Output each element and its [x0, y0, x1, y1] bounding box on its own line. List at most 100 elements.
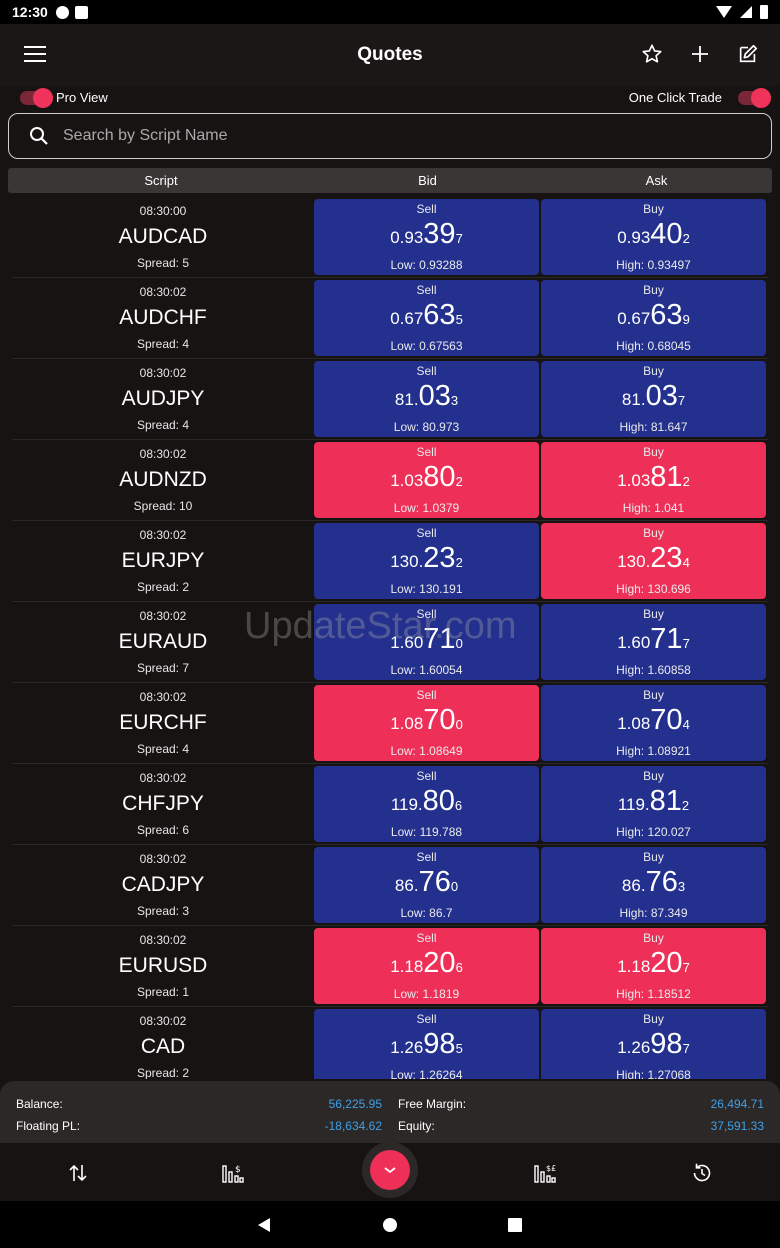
ask-price: 1.18207 [617, 947, 690, 979]
equity-value: 37,591.33 [710, 1119, 764, 1133]
recents-icon[interactable] [507, 1217, 523, 1233]
app-bar-actions [640, 42, 760, 66]
buy-button[interactable]: Buy 86.763 High: 87.349 [541, 847, 766, 923]
status-right [716, 5, 768, 19]
ask-price: 0.67639 [617, 299, 690, 331]
sell-button[interactable]: Sell 1.03802 Low: 1.0379 [314, 442, 539, 518]
sd-card-icon [74, 5, 88, 19]
quote-row[interactable]: 08:30:02 EURAUD Spread: 7 Sell 1.60710 L… [12, 602, 768, 683]
sell-button[interactable]: Sell 0.67635 Low: 0.67563 [314, 280, 539, 356]
high-value: High: 1.08921 [616, 744, 691, 758]
one-click-trade-switch[interactable] [738, 87, 771, 108]
buy-button[interactable]: Buy 1.08704 High: 1.08921 [541, 685, 766, 761]
home-icon[interactable] [382, 1217, 398, 1233]
sell-label: Sell [416, 607, 437, 621]
buy-label: Buy [643, 202, 664, 216]
script-cell[interactable]: 08:30:00 AUDCAD Spread: 5 [12, 197, 314, 277]
buy-button[interactable]: Buy 81.037 High: 81.647 [541, 361, 766, 437]
quote-time: 08:30:02 [139, 933, 187, 947]
sell-label: Sell [416, 283, 437, 297]
edit-icon[interactable] [736, 42, 760, 66]
quote-row[interactable]: 08:30:02 AUDNZD Spread: 10 Sell 1.03802 … [12, 440, 768, 521]
sell-button[interactable]: Sell 1.26985 Low: 1.26264 [314, 1009, 539, 1079]
script-symbol: CADJPY [121, 873, 205, 896]
buy-button[interactable]: Buy 1.03812 High: 1.041 [541, 442, 766, 518]
buy-button[interactable]: Buy 1.26987 High: 1.27068 [541, 1009, 766, 1079]
low-value: Low: 1.60054 [390, 663, 463, 677]
buy-button[interactable]: Buy 1.18207 High: 1.18512 [541, 928, 766, 1004]
quote-row[interactable]: 08:30:02 EURUSD Spread: 1 Sell 1.18206 L… [12, 926, 768, 1007]
quote-time: 08:30:02 [139, 447, 187, 461]
script-cell[interactable]: 08:30:02 CAD Spread: 2 [12, 1007, 314, 1079]
low-value: Low: 1.26264 [390, 1068, 463, 1079]
chart-dollar-icon[interactable]: $ [220, 1160, 246, 1186]
quote-row[interactable]: 08:30:02 CHFJPY Spread: 6 Sell 119.806 L… [12, 764, 768, 845]
quote-row[interactable]: 08:30:02 AUDJPY Spread: 4 Sell 81.033 Lo… [12, 359, 768, 440]
quotes-list[interactable]: 08:30:00 AUDCAD Spread: 5 Sell 0.93397 L… [12, 197, 768, 1079]
spread-value: Spread: 7 [136, 661, 190, 675]
quote-row[interactable]: 08:30:02 CAD Spread: 2 Sell 1.26985 Low:… [12, 1007, 768, 1079]
buy-label: Buy [643, 526, 664, 540]
back-icon[interactable] [256, 1217, 272, 1233]
quote-row[interactable]: 08:30:02 EURJPY Spread: 2 Sell 130.232 L… [12, 521, 768, 602]
swap-vertical-icon[interactable] [65, 1160, 91, 1186]
script-symbol: CHFJPY [122, 792, 204, 815]
script-cell[interactable]: 08:30:02 AUDCHF Spread: 4 [12, 278, 314, 358]
header-bid: Bid [418, 173, 437, 188]
spread-value: Spread: 2 [136, 1066, 190, 1079]
script-cell[interactable]: 08:30:02 CHFJPY Spread: 6 [12, 764, 314, 844]
menu-icon[interactable] [24, 46, 46, 64]
one-click-trade-toggle[interactable]: One Click Trade [629, 87, 771, 108]
script-cell[interactable]: 08:30:02 EURUSD Spread: 1 [12, 926, 314, 1006]
trade-fab-button[interactable] [370, 1150, 410, 1190]
low-value: Low: 0.93288 [390, 258, 463, 272]
bid-price: 130.232 [390, 542, 463, 574]
script-symbol: EURAUD [118, 630, 208, 653]
script-symbol: AUDCHF [119, 306, 207, 329]
history-icon[interactable] [689, 1160, 715, 1186]
quote-time: 08:30:02 [139, 690, 187, 704]
script-cell[interactable]: 08:30:02 EURJPY Spread: 2 [12, 521, 314, 601]
script-cell[interactable]: 08:30:02 EURCHF Spread: 4 [12, 683, 314, 763]
sell-button[interactable]: Sell 81.033 Low: 80.973 [314, 361, 539, 437]
svg-text:$£: $£ [546, 1164, 556, 1173]
add-icon[interactable] [688, 42, 712, 66]
sell-button[interactable]: Sell 1.18206 Low: 1.1819 [314, 928, 539, 1004]
sell-button[interactable]: Sell 1.08700 Low: 1.08649 [314, 685, 539, 761]
sell-button[interactable]: Sell 119.806 Low: 119.788 [314, 766, 539, 842]
script-symbol: EURJPY [121, 549, 205, 572]
script-cell[interactable]: 08:30:02 EURAUD Spread: 7 [12, 602, 314, 682]
floating-pl-value: -18,634.62 [324, 1119, 382, 1133]
buy-button[interactable]: Buy 1.60717 High: 1.60858 [541, 604, 766, 680]
buy-button[interactable]: Buy 0.67639 High: 0.68045 [541, 280, 766, 356]
spread-value: Spread: 5 [136, 256, 190, 270]
quote-time: 08:30:02 [139, 528, 187, 542]
sell-button[interactable]: Sell 130.232 Low: 130.191 [314, 523, 539, 599]
chart-exchange-icon[interactable]: $£ [532, 1160, 558, 1186]
sell-button[interactable]: Sell 0.93397 Low: 0.93288 [314, 199, 539, 275]
star-icon[interactable] [640, 42, 664, 66]
script-cell[interactable]: 08:30:02 CADJPY Spread: 3 [12, 845, 314, 925]
sell-button[interactable]: Sell 1.60710 Low: 1.60054 [314, 604, 539, 680]
quote-row[interactable]: 08:30:00 AUDCAD Spread: 5 Sell 0.93397 L… [12, 197, 768, 278]
sell-button[interactable]: Sell 86.760 Low: 86.7 [314, 847, 539, 923]
status-time: 12:30 [12, 4, 48, 20]
script-cell[interactable]: 08:30:02 AUDNZD Spread: 10 [12, 440, 314, 520]
sell-label: Sell [416, 202, 437, 216]
buy-button[interactable]: Buy 130.234 High: 130.696 [541, 523, 766, 599]
search-input[interactable] [63, 127, 663, 145]
buy-button[interactable]: Buy 119.812 High: 120.027 [541, 766, 766, 842]
svg-text:$: $ [235, 1165, 241, 1175]
quote-row[interactable]: 08:30:02 EURCHF Spread: 4 Sell 1.08700 L… [12, 683, 768, 764]
pro-view-switch[interactable] [20, 87, 53, 108]
quote-row[interactable]: 08:30:02 CADJPY Spread: 3 Sell 86.760 Lo… [12, 845, 768, 926]
sell-label: Sell [416, 850, 437, 864]
bid-price: 1.26985 [390, 1028, 463, 1060]
script-cell[interactable]: 08:30:02 AUDJPY Spread: 4 [12, 359, 314, 439]
quote-row[interactable]: 08:30:02 AUDCHF Spread: 4 Sell 0.67635 L… [12, 278, 768, 359]
pro-view-toggle[interactable]: Pro View [20, 87, 108, 108]
high-value: High: 0.68045 [616, 339, 691, 353]
search-bar[interactable] [8, 113, 772, 159]
buy-button[interactable]: Buy 0.93402 High: 0.93497 [541, 199, 766, 275]
sell-label: Sell [416, 364, 437, 378]
